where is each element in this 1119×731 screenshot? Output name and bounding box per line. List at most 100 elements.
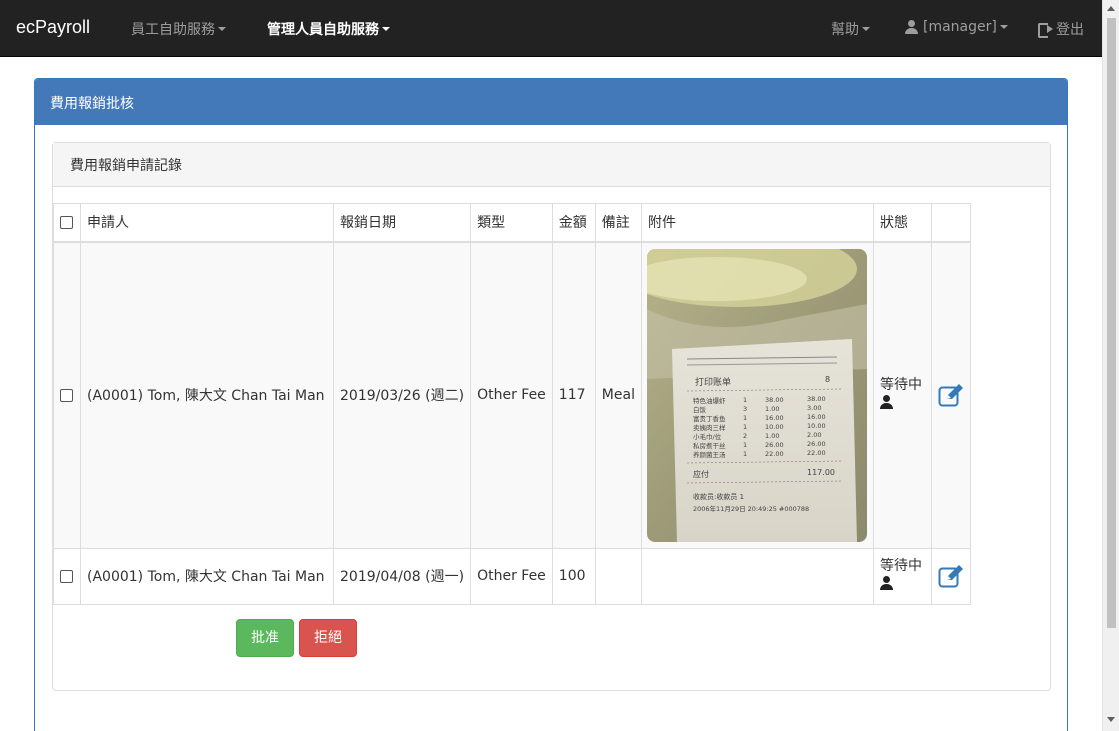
svg-text:小毛巾/位: 小毛巾/位 bbox=[693, 432, 722, 441]
logout-label: 登出 bbox=[1056, 22, 1084, 38]
date-cell: 2019/04/08 (週一) bbox=[332, 547, 472, 605]
svg-text:2: 2 bbox=[743, 432, 747, 440]
applicant-cell: (A0001) Tom, 陳大文 Chan Tai Man bbox=[80, 547, 334, 605]
user-icon bbox=[879, 395, 894, 409]
select-all-checkbox[interactable] bbox=[60, 215, 73, 229]
date-cell: 2019/03/26 (週二) bbox=[332, 241, 472, 549]
user-icon bbox=[904, 20, 918, 34]
svg-text:1: 1 bbox=[743, 414, 747, 422]
header-date[interactable]: 報銷日期 bbox=[332, 203, 472, 243]
panel-title: 費用報銷批核 bbox=[35, 79, 1067, 125]
type-cell: Other Fee bbox=[470, 547, 553, 605]
type-cell: Other Fee bbox=[470, 241, 553, 549]
svg-text:16.00: 16.00 bbox=[765, 414, 784, 422]
svg-text:26.00: 26.00 bbox=[765, 441, 784, 449]
edit-icon[interactable] bbox=[938, 564, 964, 588]
svg-text:10.00: 10.00 bbox=[765, 423, 784, 431]
status-label: 等待中 bbox=[879, 377, 922, 393]
menu-manager-self-service[interactable]: 管理人員自助服務 bbox=[267, 19, 390, 39]
expense-table: 申請人 報銷日期 類型 金額 備註 附件 狀態 (A0001) Tom, 陳大文… bbox=[53, 203, 971, 605]
svg-text:38.00: 38.00 bbox=[765, 396, 784, 404]
remark-cell: Meal bbox=[594, 241, 642, 549]
action-cell bbox=[930, 547, 971, 605]
svg-text:22.00: 22.00 bbox=[807, 449, 826, 457]
logout-icon bbox=[1038, 22, 1054, 38]
row-checkbox[interactable] bbox=[60, 569, 73, 583]
remark-cell bbox=[594, 547, 642, 605]
brand-logo[interactable]: ecPayroll bbox=[16, 17, 90, 38]
table-row: (A0001) Tom, 陳大文 Chan Tai Man 2019/03/26… bbox=[53, 241, 971, 549]
menu-manager-label: 管理人員自助服務 bbox=[267, 22, 379, 38]
svg-text:白饭: 白饭 bbox=[693, 405, 707, 414]
svg-text:收款员:收款员 1: 收款员:收款员 1 bbox=[693, 492, 744, 501]
caret-down-icon bbox=[999, 25, 1008, 29]
svg-text:1.00: 1.00 bbox=[765, 405, 779, 413]
svg-text:10.00: 10.00 bbox=[807, 422, 826, 430]
amount-cell: 117 bbox=[551, 241, 596, 549]
svg-text:应付: 应付 bbox=[693, 469, 709, 479]
logout-link[interactable]: 登出 bbox=[1038, 19, 1084, 39]
svg-text:养颜菌王汤: 养颜菌王汤 bbox=[693, 450, 726, 459]
header-status[interactable]: 狀態 bbox=[872, 203, 932, 243]
caret-down-icon bbox=[218, 27, 226, 31]
svg-text:3.00: 3.00 bbox=[807, 404, 821, 412]
table-header-row: 申請人 報銷日期 類型 金額 備註 附件 狀態 bbox=[53, 203, 971, 243]
records-heading: 費用報銷申請記錄 bbox=[53, 143, 1050, 187]
svg-text:打印账单: 打印账单 bbox=[695, 376, 731, 388]
row-select-cell bbox=[53, 241, 81, 549]
header-remark[interactable]: 備註 bbox=[594, 203, 642, 243]
svg-text:卖姨肉三样: 卖姨肉三样 bbox=[693, 423, 726, 432]
attachment-cell: 打印账单 8 特色油爆虾 1 38.00 38.00 白饭 3 1.00 3.00 富贵丁香… bbox=[640, 241, 874, 549]
menu-help-label: 幫助 bbox=[831, 22, 859, 38]
row-checkbox[interactable] bbox=[60, 388, 73, 402]
header-amount[interactable]: 金額 bbox=[551, 203, 596, 243]
edit-icon[interactable] bbox=[938, 383, 964, 407]
top-navbar: ecPayroll 員工自助服務 管理人員自助服務 幫助 [manager] 登… bbox=[0, 0, 1102, 57]
scroll-down-arrow-icon[interactable] bbox=[1107, 717, 1115, 722]
expense-records-panel: 費用報銷申請記錄 申請人 報銷日期 類型 金額 備註 附件 狀態 (A0001)… bbox=[52, 142, 1051, 691]
attachment-cell bbox=[640, 547, 874, 605]
svg-text:1: 1 bbox=[743, 396, 747, 404]
svg-text:3: 3 bbox=[743, 405, 747, 413]
status-cell: 等待中 bbox=[872, 241, 932, 549]
svg-text:私房煮干丝: 私房煮干丝 bbox=[693, 441, 726, 450]
amount-cell: 100 bbox=[551, 547, 596, 605]
expense-approval-panel: 費用報銷批核 費用報銷申請記錄 申請人 報銷日期 類型 金額 備註 附件 狀態 bbox=[34, 78, 1068, 731]
scroll-thumb[interactable] bbox=[1107, 18, 1116, 628]
approve-button[interactable]: 批准 bbox=[236, 619, 294, 657]
menu-help[interactable]: 幫助 bbox=[831, 19, 870, 39]
applicant-cell: (A0001) Tom, 陳大文 Chan Tai Man bbox=[80, 241, 334, 549]
svg-text:特色油爆虾: 特色油爆虾 bbox=[693, 396, 726, 405]
svg-text:2.00: 2.00 bbox=[807, 431, 821, 439]
svg-text:2006年11月29日 20:49:25 #000788: 2006年11月29日 20:49:25 #000788 bbox=[693, 504, 809, 513]
menu-employee-self-service[interactable]: 員工自助服務 bbox=[131, 19, 226, 39]
header-actions bbox=[930, 203, 971, 243]
svg-text:1: 1 bbox=[743, 450, 747, 458]
svg-text:富贵丁香鱼: 富贵丁香鱼 bbox=[693, 414, 726, 423]
caret-down-icon bbox=[382, 27, 390, 31]
header-attachment[interactable]: 附件 bbox=[640, 203, 874, 243]
caret-down-icon bbox=[862, 27, 870, 31]
svg-text:117.00: 117.00 bbox=[807, 468, 835, 477]
table-row: (A0001) Tom, 陳大文 Chan Tai Man 2019/04/08… bbox=[53, 547, 971, 605]
reject-button[interactable]: 拒絕 bbox=[299, 619, 357, 657]
svg-text:26.00: 26.00 bbox=[807, 440, 826, 448]
vertical-scrollbar[interactable] bbox=[1102, 0, 1119, 731]
svg-text:16.00: 16.00 bbox=[807, 413, 826, 421]
svg-text:1.00: 1.00 bbox=[765, 432, 779, 440]
menu-employee-label: 員工自助服務 bbox=[131, 22, 215, 38]
header-type[interactable]: 類型 bbox=[470, 203, 553, 243]
receipt-image[interactable]: 打印账单 8 特色油爆虾 1 38.00 38.00 白饭 3 1.00 3.00 富贵丁香… bbox=[646, 248, 867, 542]
scroll-up-arrow-icon[interactable] bbox=[1107, 6, 1115, 11]
svg-text:22.00: 22.00 bbox=[765, 450, 784, 458]
menu-user[interactable]: [manager] bbox=[904, 19, 1008, 35]
svg-text:1: 1 bbox=[743, 441, 747, 449]
svg-text:8: 8 bbox=[825, 375, 830, 384]
user-icon bbox=[879, 576, 894, 590]
menu-user-label: [manager] bbox=[923, 19, 997, 35]
status-cell: 等待中 bbox=[872, 547, 932, 605]
action-cell bbox=[930, 241, 971, 549]
status-label: 等待中 bbox=[879, 558, 922, 574]
header-applicant[interactable]: 申請人 bbox=[80, 203, 334, 243]
svg-text:38.00: 38.00 bbox=[807, 395, 826, 403]
